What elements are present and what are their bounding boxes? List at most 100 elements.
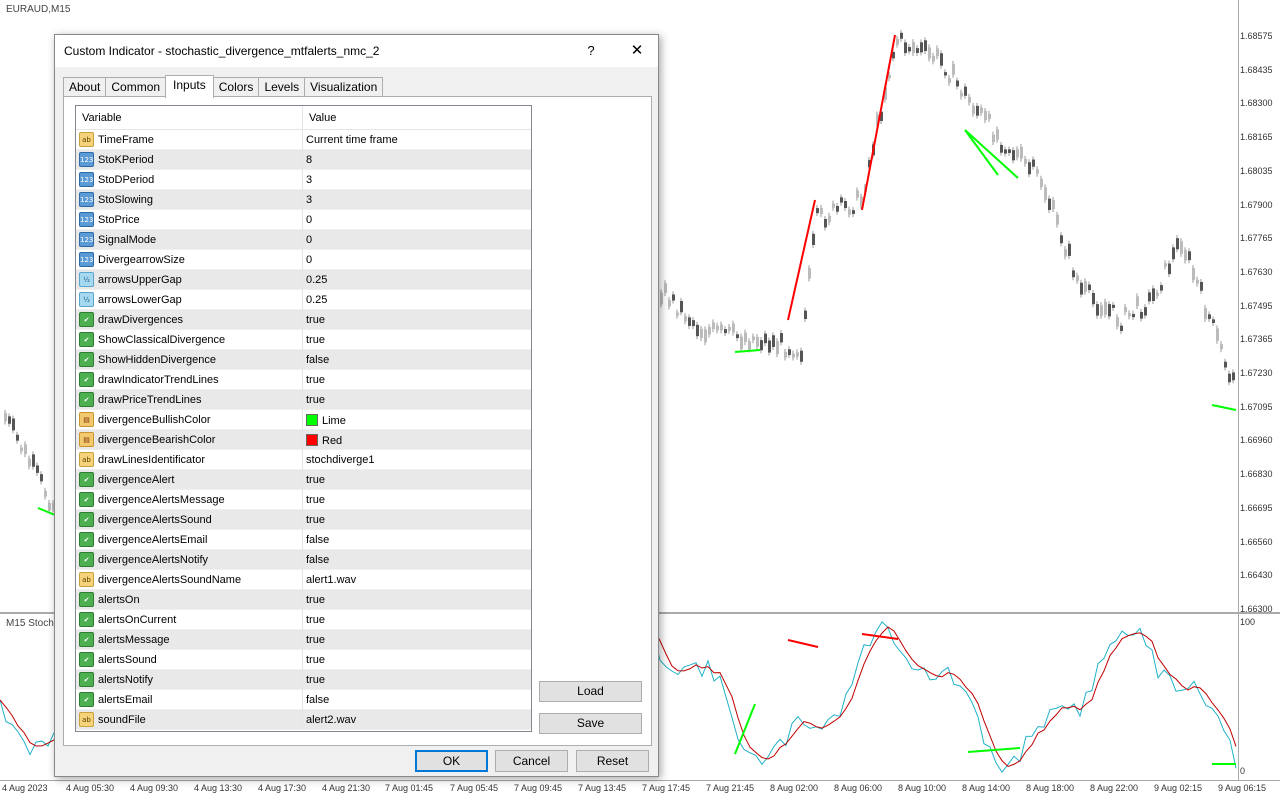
table-row[interactable]: ✔ divergenceAlertsEmail false	[76, 530, 531, 550]
variable-value[interactable]: false	[306, 534, 329, 546]
column-separator[interactable]	[302, 106, 303, 130]
variable-name: StoDPeriod	[98, 174, 155, 186]
table-row[interactable]: ▤ divergenceBearishColor Red	[76, 430, 531, 450]
table-row[interactable]: ✔ drawDivergences true	[76, 310, 531, 330]
cell-separator	[302, 530, 303, 550]
variable-value[interactable]: false	[306, 554, 329, 566]
variable-value[interactable]: true	[306, 614, 325, 626]
variable-value[interactable]: true	[306, 674, 325, 686]
variable-value[interactable]: 0.25	[306, 294, 327, 306]
variable-value-text: true	[306, 654, 325, 666]
variable-value[interactable]: Red	[306, 434, 342, 447]
tab-levels[interactable]: Levels	[258, 77, 306, 97]
table-row[interactable]: ✔ divergenceAlertsNotify false	[76, 550, 531, 570]
variable-value[interactable]: true	[306, 314, 325, 326]
cancel-button[interactable]: Cancel	[495, 750, 568, 772]
table-row[interactable]: ✔ alertsMessage true	[76, 630, 531, 650]
close-icon[interactable]: ✕	[623, 39, 651, 63]
variable-value[interactable]: 0	[306, 234, 312, 246]
variable-value[interactable]: 0	[306, 254, 312, 266]
candle-body	[796, 352, 799, 357]
table-row[interactable]: 123 SignalMode 0	[76, 230, 531, 250]
variable-value[interactable]: 3	[306, 174, 312, 186]
table-row[interactable]: 123 StoKPeriod 8	[76, 150, 531, 170]
table-row[interactable]: 123 StoDPeriod 3	[76, 170, 531, 190]
table-row[interactable]: ✔ alertsSound true	[76, 650, 531, 670]
variable-value[interactable]: true	[306, 594, 325, 606]
table-row[interactable]: ✔ alertsEmail false	[76, 690, 531, 710]
candle-body	[1028, 162, 1031, 175]
candle-body	[996, 129, 999, 140]
tab-visualization[interactable]: Visualization	[304, 77, 384, 97]
tab-about[interactable]: About	[63, 77, 107, 97]
table-row[interactable]: ½ arrowsLowerGap 0.25	[76, 290, 531, 310]
subchart-scale[interactable]	[1238, 614, 1280, 780]
variable-value[interactable]: Current time frame	[306, 134, 398, 146]
variable-value[interactable]: false	[306, 354, 329, 366]
table-row[interactable]: 123 StoPrice 0	[76, 210, 531, 230]
table-row[interactable]: ✔ divergenceAlert true	[76, 470, 531, 490]
table-row[interactable]: ✔ drawIndicatorTrendLines true	[76, 370, 531, 390]
variable-value[interactable]: true	[306, 654, 325, 666]
save-button[interactable]: Save	[539, 713, 642, 734]
load-button[interactable]: Load	[539, 681, 642, 702]
table-row[interactable]: ▤ divergenceBullishColor Lime	[76, 410, 531, 430]
tab-colors[interactable]: Colors	[212, 77, 260, 97]
variable-value[interactable]: true	[306, 514, 325, 526]
table-row[interactable]: ab drawLinesIdentificator stochdiverge1	[76, 450, 531, 470]
variable-value[interactable]: true	[306, 634, 325, 646]
candle-body	[1076, 275, 1079, 281]
column-header-variable[interactable]: Variable	[82, 112, 122, 124]
variable-value[interactable]: true	[306, 374, 325, 386]
variable-value[interactable]: true	[306, 394, 325, 406]
tab-common[interactable]: Common	[105, 77, 167, 97]
candle-body	[1176, 238, 1179, 250]
table-row[interactable]: ✔ alertsNotify true	[76, 670, 531, 690]
table-row[interactable]: ab TimeFrame Current time frame	[76, 130, 531, 150]
variable-value[interactable]: Lime	[306, 414, 346, 427]
variable-value[interactable]: true	[306, 474, 325, 486]
column-header-value[interactable]: Value	[309, 112, 336, 124]
variable-value[interactable]: 0	[306, 214, 312, 226]
table-row[interactable]: ✔ alertsOn true	[76, 590, 531, 610]
candle-body	[1104, 301, 1107, 315]
variable-value[interactable]: 3	[306, 194, 312, 206]
candle-body	[1040, 178, 1043, 187]
variable-value[interactable]: alert1.wav	[306, 574, 356, 586]
candle-body	[44, 490, 47, 497]
table-row[interactable]: ✔ divergenceAlertsMessage true	[76, 490, 531, 510]
table-row[interactable]: ✔ drawPriceTrendLines true	[76, 390, 531, 410]
variable-value[interactable]: true	[306, 494, 325, 506]
table-row[interactable]: ab soundFile alert2.wav	[76, 710, 531, 730]
variable-name: divergenceAlertsSound	[98, 514, 212, 526]
reset-button[interactable]: Reset	[576, 750, 649, 772]
variable-value[interactable]: true	[306, 334, 325, 346]
variable-value[interactable]: stochdiverge1	[306, 454, 375, 466]
variable-value[interactable]: 0.25	[306, 274, 327, 286]
table-row[interactable]: ✔ divergenceAlertsSound true	[76, 510, 531, 530]
tab-inputs[interactable]: Inputs	[165, 75, 214, 98]
custom-indicator-dialog: Custom Indicator - stochastic_divergence…	[54, 34, 659, 777]
table-row[interactable]: 123 DivergearrowSize 0	[76, 250, 531, 270]
table-row[interactable]: ab divergenceAlertsSoundName alert1.wav	[76, 570, 531, 590]
ok-button[interactable]: OK	[415, 750, 488, 772]
table-row[interactable]: ✔ ShowHiddenDivergence false	[76, 350, 531, 370]
inputs-grid[interactable]: Variable Value ab TimeFrame Current time f…	[75, 105, 532, 732]
table-row[interactable]: 123 StoSlowing 3	[76, 190, 531, 210]
candle-body	[768, 340, 771, 353]
variable-value[interactable]: 8	[306, 154, 312, 166]
candle-body	[1216, 328, 1219, 341]
table-row[interactable]: ✔ alertsOnCurrent true	[76, 610, 531, 630]
help-icon[interactable]: ?	[579, 40, 603, 62]
candle-body	[992, 134, 995, 143]
table-row[interactable]: ✔ ShowClassicalDivergence true	[76, 330, 531, 350]
candle-body	[1048, 198, 1051, 210]
table-row[interactable]: ½ arrowsUpperGap 0.25	[76, 270, 531, 290]
candle-body	[1032, 159, 1035, 167]
variable-name: divergenceAlertsNotify	[98, 554, 209, 566]
candle-body	[40, 474, 43, 482]
time-axis[interactable]	[0, 780, 1280, 800]
dialog-title-bar[interactable]: Custom Indicator - stochastic_divergence…	[55, 35, 658, 67]
variable-value[interactable]: alert2.wav	[306, 714, 356, 726]
variable-value[interactable]: false	[306, 694, 329, 706]
